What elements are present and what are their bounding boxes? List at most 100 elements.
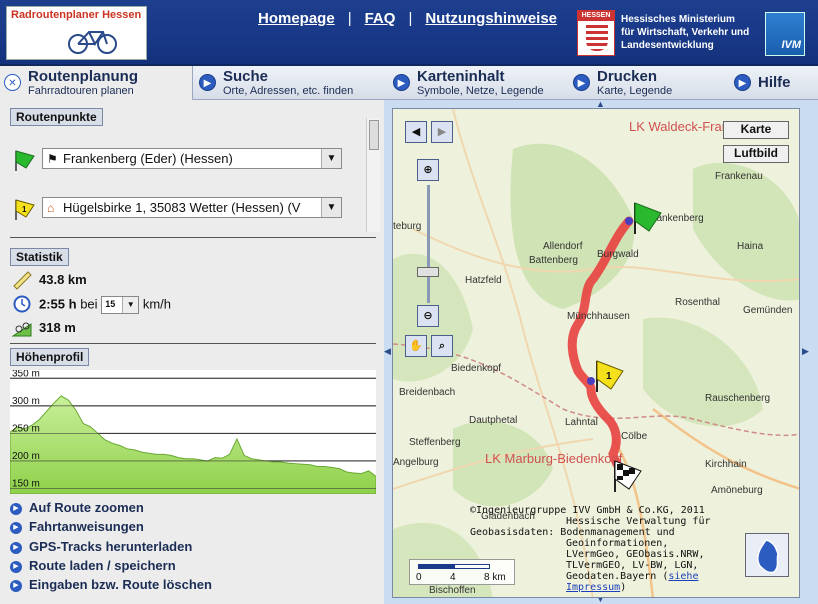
routenpunkte-heading: Routenpunkte [10,108,103,126]
y-tick-label: 300 m [12,396,40,407]
history-forward-icon[interactable]: ▶ [431,121,453,143]
scale-bar [454,564,490,569]
map-label-steffenberg: Steffenberg [409,437,461,448]
tab-karteninhalt[interactable]: ▶ Karteninhalt Symbole, Netze, Legende [389,66,569,100]
nav-separator: | [347,10,352,27]
tab-title: Routenplanung [28,68,138,85]
zoom-slider-track[interactable] [427,185,430,303]
duration-line: 2:55 h bei 15 ▼ km/h [39,296,171,314]
tab-subtitle: Symbole, Netze, Legende [417,85,544,97]
elevation-value: 318 m [39,320,76,335]
pin-icon: ⚑ [47,152,58,166]
close-icon[interactable]: ✕ [4,74,21,91]
map-mode-karte-button[interactable]: Karte [723,121,789,139]
map-canvas[interactable]: LK Waldeck-Frankenberg Frankenau Franken… [392,108,800,598]
tab-title: Drucken [597,68,658,85]
map-scale: 0 4 8 km [409,559,515,585]
speed-unit: km/h [142,296,171,312]
arrow-right-icon: ▶ [10,521,22,534]
app-logo[interactable]: Radroutenplaner Hessen [6,6,147,60]
map-label-bischoffen: Bischoffen [429,585,476,596]
via-flag-icon: 1 [15,199,35,220]
duration-suffix: bei [80,296,98,312]
via-point-select[interactable]: ⌂ Hügelsbirke 1, 35083 Wetter (Hessen) (… [42,197,342,218]
action-directions[interactable]: ▶ Fahrtanweisungen [10,519,144,537]
nutzungshinweise-link[interactable]: Nutzungshinweise [425,10,557,27]
route-planning-panel: Routenpunkte ⚑ Frankenberg (Eder) (Hesse… [0,100,384,604]
hoehenprofil-heading: Höhenprofil [10,348,90,366]
header: Radroutenplaner Hessen Homepage | FAQ | … [0,0,818,66]
chevron-down-icon[interactable]: ▼ [122,297,139,313]
action-gps-download[interactable]: ▶ GPS-Tracks herunterladen [10,539,192,557]
home-icon: ⌂ [47,201,55,215]
svg-text:1: 1 [606,371,612,382]
chevron-down-icon[interactable]: ▼ [321,149,341,168]
ministry-line-2: für Wirtschaft, Verkehr und [621,27,750,38]
tab-suche[interactable]: ▶ Suche Orte, Adressen, etc. finden [195,66,389,100]
action-label: GPS-Tracks herunterladen [29,539,193,554]
map-label-allendorf: Allendorf [543,241,583,252]
scale-bar [418,564,454,569]
map-label-battenberg: Battenberg [529,255,578,266]
hand-pan-icon[interactable]: ✋ [405,335,427,357]
arrow-right-icon: ▶ [10,560,22,573]
route-points-scrollbar[interactable] [366,118,380,232]
map-label-amoeneburg: Amöneburg [711,485,763,496]
scale-label: 4 [450,572,456,583]
tab-subtitle: Fahrradtouren planen [28,85,134,97]
tab-hilfe[interactable]: ▶ Hilfe [730,66,818,100]
arrow-right-icon: ▶ [10,541,22,554]
pan-right-icon[interactable]: ▶ [802,346,809,357]
map-label-breidenbach: Breidenbach [399,387,456,398]
arrow-right-icon: ▶ [393,74,410,91]
ministry-logo[interactable]: HESSEN Hessisches Ministerium für Wirtsc… [577,10,757,58]
map-mode-luftbild-button[interactable]: Luftbild [723,145,789,163]
tab-subtitle: Karte, Legende [597,85,673,97]
action-load-save[interactable]: ▶ Route laden / speichern [10,558,176,576]
bicycle-icon [68,31,117,54]
finish-flag-icon[interactable] [611,459,645,493]
statistik-heading: Statistik [10,248,69,266]
ministry-text: Hessisches Ministerium für Wirtschaft, V… [621,13,749,52]
logo-title: Radroutenplaner Hessen [11,9,142,21]
duration-value: 2:55 h [39,296,77,312]
tab-routenplanung[interactable]: ✕ Routenplanung Fahrradtouren planen [0,66,193,100]
faq-link[interactable]: FAQ [365,10,396,27]
zoom-out-icon[interactable]: ⊖ [417,305,439,327]
speed-select[interactable]: 15 ▼ [101,296,140,314]
ministry-line-1: Hessisches Ministerium [621,14,735,25]
via-flag-icon[interactable]: 1 [593,359,627,393]
history-back-icon[interactable]: ◀ [405,121,427,143]
clock-icon [13,295,31,313]
ruler-icon [13,271,32,290]
action-delete[interactable]: ▶ Eingaben bzw. Route löschen [10,577,212,595]
start-flag-icon [15,150,35,171]
start-point-select[interactable]: ⚑ Frankenberg (Eder) (Hessen) ▼ [42,148,342,169]
copyright-line: Geoinformationen, [566,538,669,549]
map-label-hatzfeld: Hatzfeld [465,275,502,286]
speed-value: 15 [105,299,116,309]
chevron-down-icon[interactable]: ▼ [321,198,341,217]
zoom-in-icon[interactable]: ⊕ [417,159,439,181]
homepage-link[interactable]: Homepage [258,10,335,27]
scroll-thumb[interactable] [369,120,379,150]
distance-value: 43.8 km [39,272,87,287]
route-point-via: 1 ⌂ Hügelsbirke 1, 35083 Wetter (Hessen)… [12,197,342,220]
tab-drucken[interactable]: ▶ Drucken Karte, Legende [569,66,729,100]
pan-left-icon[interactable]: ◀ [384,346,391,357]
hessen-overview-button[interactable] [745,533,789,577]
elevation-area [10,395,376,494]
ivm-logo[interactable]: IVM [765,12,805,56]
route-point-start: ⚑ Frankenberg (Eder) (Hessen) ▼ [12,148,342,171]
arrow-right-icon: ▶ [734,74,751,91]
zoom-slider-handle[interactable] [417,267,439,277]
ministry-line-3: Landesentwicklung [621,40,714,51]
y-tick-label: 250 m [12,423,40,434]
start-flag-icon[interactable] [631,201,665,235]
magnifier-zoom-icon[interactable]: ⌕ [431,335,453,357]
hessen-map-icon [757,539,779,574]
y-tick-label: 150 m [12,478,40,489]
nav-separator: | [408,10,413,27]
action-zoom-route[interactable]: ▶ Auf Route zoomen [10,500,144,518]
copyright-line: ©Ingenieurgruppe IVV GmbH & Co.KG, 2011 [470,505,705,516]
